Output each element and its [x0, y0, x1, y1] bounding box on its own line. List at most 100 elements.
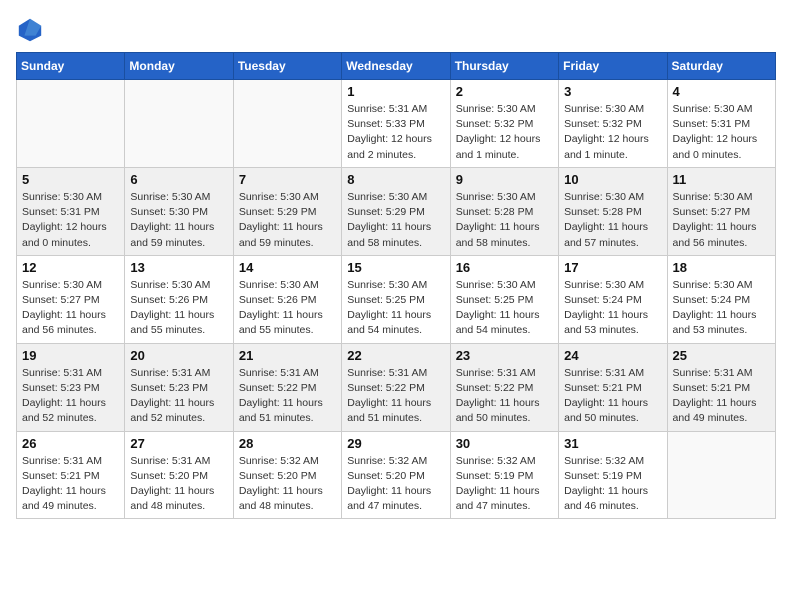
day-number: 24 — [564, 348, 661, 363]
calendar-cell: 13 Sunrise: 5:30 AMSunset: 5:26 PMDayligh… — [125, 255, 233, 343]
day-number: 31 — [564, 436, 661, 451]
day-info: Sunrise: 5:31 AMSunset: 5:23 PMDaylight:… — [130, 366, 227, 427]
day-info: Sunrise: 5:30 AMSunset: 5:26 PMDaylight:… — [239, 278, 336, 339]
calendar-cell: 15 Sunrise: 5:30 AMSunset: 5:25 PMDayligh… — [342, 255, 450, 343]
calendar-cell: 24 Sunrise: 5:31 AMSunset: 5:21 PMDayligh… — [559, 343, 667, 431]
logo-icon — [16, 16, 44, 44]
calendar-header-row: SundayMondayTuesdayWednesdayThursdayFrid… — [17, 53, 776, 80]
day-info: Sunrise: 5:32 AMSunset: 5:20 PMDaylight:… — [347, 454, 444, 515]
day-number: 29 — [347, 436, 444, 451]
calendar-cell: 16 Sunrise: 5:30 AMSunset: 5:25 PMDayligh… — [450, 255, 558, 343]
day-number: 9 — [456, 172, 553, 187]
calendar-cell: 22Sunrise: 5:31 AMSunset: 5:22 PMDayligh… — [342, 343, 450, 431]
calendar-cell: 29 Sunrise: 5:32 AMSunset: 5:20 PMDayligh… — [342, 431, 450, 519]
day-info: Sunrise: 5:31 AMSunset: 5:22 PMDaylight:… — [347, 366, 444, 427]
calendar-cell: 4 Sunrise: 5:30 AMSunset: 5:31 PMDaylight… — [667, 80, 775, 168]
day-number: 12 — [22, 260, 119, 275]
calendar-cell: 6 Sunrise: 5:30 AMSunset: 5:30 PMDaylight… — [125, 167, 233, 255]
day-number: 30 — [456, 436, 553, 451]
day-info: Sunrise: 5:31 AMSunset: 5:20 PMDaylight:… — [130, 454, 227, 515]
weekday-header-tuesday: Tuesday — [233, 53, 341, 80]
day-info: Sunrise: 5:30 AMSunset: 5:25 PMDaylight:… — [456, 278, 553, 339]
calendar-cell: 25Sunrise: 5:31 AMSunset: 5:21 PMDayligh… — [667, 343, 775, 431]
day-info: Sunrise: 5:30 AMSunset: 5:26 PMDaylight:… — [130, 278, 227, 339]
day-info: Sunrise: 5:30 AMSunset: 5:27 PMDaylight:… — [22, 278, 119, 339]
calendar-week-row: 1 Sunrise: 5:31 AMSunset: 5:33 PMDaylight… — [17, 80, 776, 168]
day-number: 7 — [239, 172, 336, 187]
calendar-cell: 12 Sunrise: 5:30 AMSunset: 5:27 PMDayligh… — [17, 255, 125, 343]
day-number: 5 — [22, 172, 119, 187]
calendar-cell — [667, 431, 775, 519]
day-info: Sunrise: 5:30 AMSunset: 5:31 PMDaylight:… — [673, 102, 770, 163]
day-number: 4 — [673, 84, 770, 99]
weekday-header-sunday: Sunday — [17, 53, 125, 80]
calendar-cell: 7 Sunrise: 5:30 AMSunset: 5:29 PMDaylight… — [233, 167, 341, 255]
day-number: 23 — [456, 348, 553, 363]
day-info: Sunrise: 5:30 AMSunset: 5:25 PMDaylight:… — [347, 278, 444, 339]
calendar-cell: 1 Sunrise: 5:31 AMSunset: 5:33 PMDaylight… — [342, 80, 450, 168]
day-info: Sunrise: 5:30 AMSunset: 5:24 PMDaylight:… — [564, 278, 661, 339]
day-info: Sunrise: 5:31 AMSunset: 5:33 PMDaylight:… — [347, 102, 444, 163]
day-number: 1 — [347, 84, 444, 99]
day-info: Sunrise: 5:31 AMSunset: 5:23 PMDaylight:… — [22, 366, 119, 427]
day-number: 27 — [130, 436, 227, 451]
day-info: Sunrise: 5:30 AMSunset: 5:30 PMDaylight:… — [130, 190, 227, 251]
calendar-cell: 3 Sunrise: 5:30 AMSunset: 5:32 PMDaylight… — [559, 80, 667, 168]
weekday-header-wednesday: Wednesday — [342, 53, 450, 80]
calendar-cell: 11 Sunrise: 5:30 AMSunset: 5:27 PMDayligh… — [667, 167, 775, 255]
day-number: 15 — [347, 260, 444, 275]
calendar-cell: 20 Sunrise: 5:31 AMSunset: 5:23 PMDayligh… — [125, 343, 233, 431]
calendar-week-row: 26Sunrise: 5:31 AMSunset: 5:21 PMDayligh… — [17, 431, 776, 519]
calendar-cell — [125, 80, 233, 168]
day-info: Sunrise: 5:30 AMSunset: 5:27 PMDaylight:… — [673, 190, 770, 251]
day-info: Sunrise: 5:31 AMSunset: 5:22 PMDaylight:… — [456, 366, 553, 427]
calendar-week-row: 5 Sunrise: 5:30 AMSunset: 5:31 PMDaylight… — [17, 167, 776, 255]
day-info: Sunrise: 5:30 AMSunset: 5:28 PMDaylight:… — [564, 190, 661, 251]
day-info: Sunrise: 5:30 AMSunset: 5:31 PMDaylight:… — [22, 190, 119, 251]
day-number: 6 — [130, 172, 227, 187]
day-number: 13 — [130, 260, 227, 275]
day-number: 21 — [239, 348, 336, 363]
calendar-table: SundayMondayTuesdayWednesdayThursdayFrid… — [16, 52, 776, 519]
day-number: 14 — [239, 260, 336, 275]
weekday-header-saturday: Saturday — [667, 53, 775, 80]
day-info: Sunrise: 5:30 AMSunset: 5:29 PMDaylight:… — [347, 190, 444, 251]
logo — [16, 16, 48, 44]
day-number: 19 — [22, 348, 119, 363]
day-info: Sunrise: 5:31 AMSunset: 5:22 PMDaylight:… — [239, 366, 336, 427]
calendar-cell: 31 Sunrise: 5:32 AMSunset: 5:19 PMDayligh… — [559, 431, 667, 519]
day-info: Sunrise: 5:32 AMSunset: 5:19 PMDaylight:… — [564, 454, 661, 515]
calendar-week-row: 19 Sunrise: 5:31 AMSunset: 5:23 PMDayligh… — [17, 343, 776, 431]
calendar-cell: 21 Sunrise: 5:31 AMSunset: 5:22 PMDayligh… — [233, 343, 341, 431]
weekday-header-thursday: Thursday — [450, 53, 558, 80]
day-info: Sunrise: 5:30 AMSunset: 5:29 PMDaylight:… — [239, 190, 336, 251]
day-number: 2 — [456, 84, 553, 99]
page-header — [16, 16, 776, 44]
calendar-cell: 17 Sunrise: 5:30 AMSunset: 5:24 PMDayligh… — [559, 255, 667, 343]
weekday-header-friday: Friday — [559, 53, 667, 80]
day-info: Sunrise: 5:31 AMSunset: 5:21 PMDaylight:… — [673, 366, 770, 427]
calendar-cell: 14 Sunrise: 5:30 AMSunset: 5:26 PMDayligh… — [233, 255, 341, 343]
calendar-cell: 30 Sunrise: 5:32 AMSunset: 5:19 PMDayligh… — [450, 431, 558, 519]
calendar-cell: 28Sunrise: 5:32 AMSunset: 5:20 PMDayligh… — [233, 431, 341, 519]
calendar-cell: 23 Sunrise: 5:31 AMSunset: 5:22 PMDayligh… — [450, 343, 558, 431]
calendar-cell: 19 Sunrise: 5:31 AMSunset: 5:23 PMDayligh… — [17, 343, 125, 431]
calendar-week-row: 12 Sunrise: 5:30 AMSunset: 5:27 PMDayligh… — [17, 255, 776, 343]
day-info: Sunrise: 5:32 AMSunset: 5:19 PMDaylight:… — [456, 454, 553, 515]
day-info: Sunrise: 5:30 AMSunset: 5:32 PMDaylight:… — [456, 102, 553, 163]
day-number: 3 — [564, 84, 661, 99]
day-number: 16 — [456, 260, 553, 275]
calendar-cell: 8 Sunrise: 5:30 AMSunset: 5:29 PMDaylight… — [342, 167, 450, 255]
calendar-cell: 2 Sunrise: 5:30 AMSunset: 5:32 PMDaylight… — [450, 80, 558, 168]
day-info: Sunrise: 5:30 AMSunset: 5:32 PMDaylight:… — [564, 102, 661, 163]
day-number: 17 — [564, 260, 661, 275]
day-number: 10 — [564, 172, 661, 187]
day-number: 18 — [673, 260, 770, 275]
day-info: Sunrise: 5:30 AMSunset: 5:28 PMDaylight:… — [456, 190, 553, 251]
day-info: Sunrise: 5:31 AMSunset: 5:21 PMDaylight:… — [564, 366, 661, 427]
day-number: 20 — [130, 348, 227, 363]
day-number: 11 — [673, 172, 770, 187]
day-number: 8 — [347, 172, 444, 187]
calendar-cell: 27 Sunrise: 5:31 AMSunset: 5:20 PMDayligh… — [125, 431, 233, 519]
day-number: 28 — [239, 436, 336, 451]
